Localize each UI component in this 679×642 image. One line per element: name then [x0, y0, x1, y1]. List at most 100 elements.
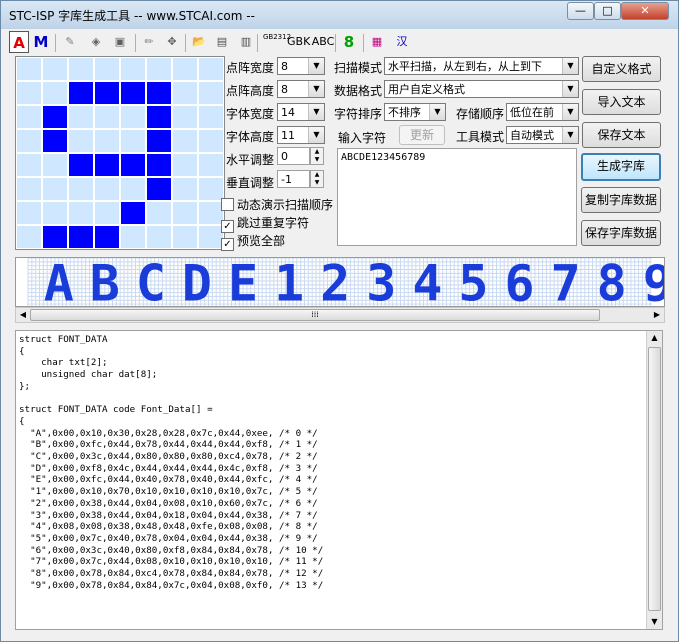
chinese-han-button[interactable]: 汉	[391, 31, 413, 53]
grid-cell[interactable]	[17, 154, 41, 176]
grid-cell[interactable]	[69, 58, 93, 80]
color-grid-icon[interactable]: ▦	[367, 31, 387, 53]
scroll-thumb[interactable]	[648, 347, 661, 611]
v-adjust-input[interactable]: -1	[277, 170, 310, 188]
stamp-icon[interactable]: ▣	[109, 31, 131, 53]
scan-mode-select[interactable]: 水平扫描，从左到右，从上到下 ▼	[384, 57, 579, 75]
v-adjust-spinner[interactable]: ▲ ▼	[310, 170, 324, 188]
grid-cell[interactable]	[95, 82, 119, 104]
grid-cell[interactable]	[199, 106, 223, 128]
digit-8-button[interactable]: 8	[339, 31, 359, 53]
grid-cell[interactable]	[199, 202, 223, 224]
grid-cell[interactable]	[69, 130, 93, 152]
grid-cell[interactable]	[95, 154, 119, 176]
pencil-icon[interactable]: ✏	[139, 31, 159, 53]
save-text-button[interactable]: 保存文本	[582, 122, 661, 148]
code-output-area[interactable]: struct FONT_DATA { char txt[2]; unsigned…	[15, 330, 663, 630]
grid-cell[interactable]	[173, 130, 197, 152]
font-a-button[interactable]: A	[9, 31, 29, 53]
grid-cell[interactable]	[173, 106, 197, 128]
minimize-button[interactable]: —	[567, 2, 594, 20]
gb2312-button[interactable]: GB2312	[263, 31, 291, 53]
grid-cell[interactable]	[121, 130, 145, 152]
grid-cell[interactable]	[173, 82, 197, 104]
grid-cell[interactable]	[147, 226, 171, 248]
grid-cell[interactable]	[121, 106, 145, 128]
open-folder-icon[interactable]: 📂	[189, 31, 209, 53]
custom-format-button[interactable]: 自定义格式	[582, 56, 661, 82]
move-icon[interactable]: ✥	[161, 31, 183, 53]
grid-cell[interactable]	[147, 106, 171, 128]
grid-cell[interactable]	[17, 82, 41, 104]
grid-cell[interactable]	[43, 202, 67, 224]
import-text-button[interactable]: 导入文本	[582, 89, 661, 115]
abc-button[interactable]: ABC	[311, 31, 335, 53]
grid-cell[interactable]	[69, 202, 93, 224]
copy-font-data-button[interactable]: 复制字库数据	[581, 187, 661, 213]
grid-cell[interactable]	[147, 202, 171, 224]
grid-cell[interactable]	[121, 58, 145, 80]
grid-cell[interactable]	[17, 202, 41, 224]
fill-icon[interactable]: ◈	[85, 31, 107, 53]
grid-cell[interactable]	[69, 226, 93, 248]
scroll-left-icon[interactable]: ◀	[16, 308, 30, 322]
save-icon[interactable]: ▤	[211, 31, 233, 53]
code-vertical-scrollbar[interactable]: ▲ ▼	[646, 331, 662, 629]
grid-cell[interactable]	[43, 106, 67, 128]
input-text-area[interactable]: ABCDE123456789	[337, 148, 577, 246]
animate-scan-checkbox[interactable]: 动态演示扫描顺序	[221, 196, 333, 213]
grid-cell[interactable]	[95, 106, 119, 128]
preview-horizontal-scrollbar[interactable]: ◀ ⁞⁞⁞ ▶	[15, 307, 665, 323]
eraser-icon[interactable]: ✎	[59, 31, 81, 53]
scroll-up-icon[interactable]: ▲	[647, 331, 662, 345]
grid-cell[interactable]	[95, 226, 119, 248]
grid-cell[interactable]	[17, 130, 41, 152]
grid-cell[interactable]	[121, 82, 145, 104]
grid-cell[interactable]	[17, 106, 41, 128]
grid-cell[interactable]	[199, 58, 223, 80]
data-format-select[interactable]: 用户自定义格式 ▼	[384, 80, 579, 98]
grid-cell[interactable]	[147, 130, 171, 152]
grid-cell[interactable]	[43, 226, 67, 248]
grid-cell[interactable]	[173, 226, 197, 248]
h-adjust-spinner[interactable]: ▲ ▼	[310, 147, 324, 165]
grid-cell[interactable]	[43, 82, 67, 104]
grid-cell[interactable]	[95, 178, 119, 200]
grid-cell[interactable]	[69, 106, 93, 128]
close-button[interactable]: ✕	[621, 2, 669, 20]
save-as-icon[interactable]: ▥	[235, 31, 257, 53]
font-height-select[interactable]: 11 ▼	[277, 126, 325, 144]
grid-cell[interactable]	[17, 178, 41, 200]
grid-cell[interactable]	[95, 130, 119, 152]
grid-cell[interactable]	[173, 178, 197, 200]
grid-cell[interactable]	[121, 178, 145, 200]
grid-cell[interactable]	[69, 178, 93, 200]
grid-cell[interactable]	[147, 178, 171, 200]
update-button[interactable]: 更新	[399, 125, 445, 145]
storage-order-select[interactable]: 低位在前 ▼	[506, 103, 579, 121]
grid-cell[interactable]	[17, 226, 41, 248]
title-bar[interactable]: STC-ISP 字库生成工具 -- www.STCAI.com -- — □ ✕	[1, 1, 678, 29]
char-sort-select[interactable]: 不排序 ▼	[384, 103, 446, 121]
scroll-right-icon[interactable]: ▶	[650, 308, 664, 322]
grid-cell[interactable]	[121, 154, 145, 176]
grid-cell[interactable]	[199, 226, 223, 248]
grid-cell[interactable]	[69, 154, 93, 176]
gbk-button[interactable]: GBK	[287, 31, 310, 53]
grid-cell[interactable]	[173, 58, 197, 80]
grid-cell[interactable]	[199, 82, 223, 104]
dot-width-select[interactable]: 8 ▼	[277, 57, 325, 75]
grid-cell[interactable]	[95, 202, 119, 224]
scroll-down-icon[interactable]: ▼	[647, 615, 662, 629]
dot-height-select[interactable]: 8 ▼	[277, 80, 325, 98]
font-m-button[interactable]: M	[31, 31, 51, 53]
grid-cell[interactable]	[199, 154, 223, 176]
font-width-select[interactable]: 14 ▼	[277, 103, 325, 121]
grid-cell[interactable]	[43, 178, 67, 200]
h-adjust-input[interactable]: 0	[277, 147, 310, 165]
grid-cell[interactable]	[95, 58, 119, 80]
grid-cell[interactable]	[173, 154, 197, 176]
generate-font-button[interactable]: 生成字库	[581, 153, 661, 181]
grid-cell[interactable]	[121, 226, 145, 248]
grid-cell[interactable]	[121, 202, 145, 224]
